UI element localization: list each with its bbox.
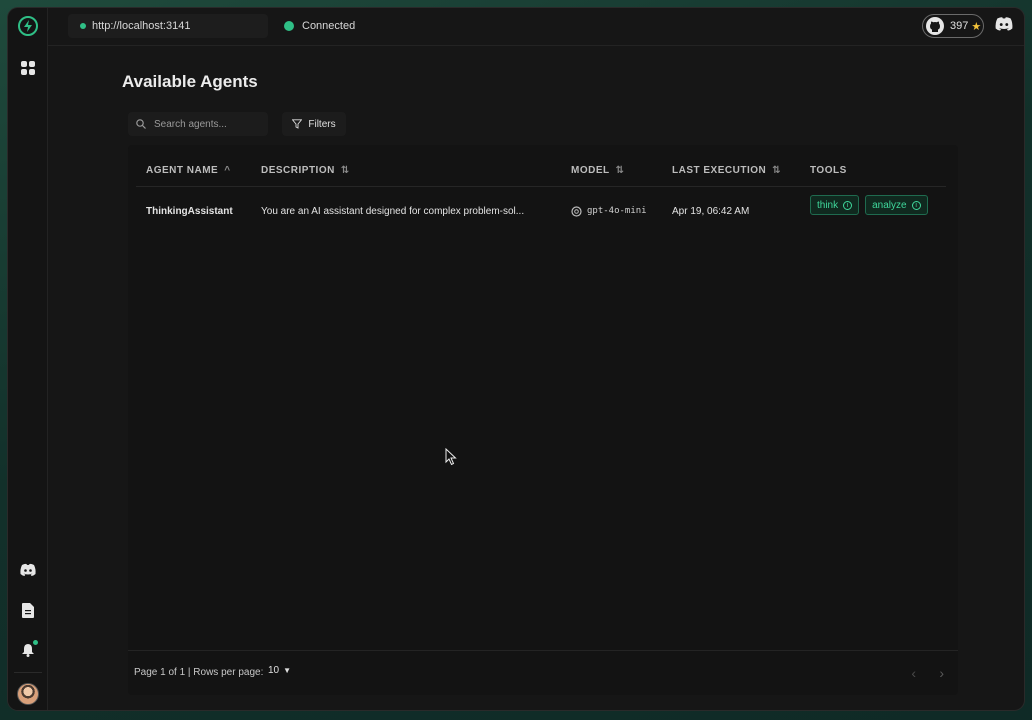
sidebar-item-agents[interactable] — [16, 56, 40, 80]
avatar — [17, 683, 39, 705]
tool-tag-analyze[interactable]: analyze i — [865, 195, 928, 215]
agents-table: AGENT NAME ^ DESCRIPTION ⇅ MODEL ⇅ LAST … — [128, 145, 958, 695]
column-model[interactable]: MODEL ⇅ — [571, 153, 625, 187]
info-icon: i — [911, 200, 921, 210]
next-page-button[interactable]: › — [939, 665, 944, 681]
search-box[interactable] — [128, 112, 268, 136]
filters-button[interactable]: Filters — [282, 112, 346, 136]
sort-asc-icon: ^ — [224, 164, 231, 176]
description-cell: You are an AI assistant designed for com… — [261, 205, 525, 217]
rows-per-page-value: 10 — [268, 665, 280, 676]
tool-label: analyze — [872, 199, 907, 211]
logo-icon — [18, 16, 38, 36]
server-status-dot — [80, 23, 86, 29]
star-icon: ★ — [971, 20, 982, 33]
table-row[interactable]: ThinkingAssistant You are an AI assistan… — [136, 191, 946, 231]
column-label: LAST EXECUTION — [672, 164, 767, 176]
agents-grid-icon — [21, 61, 35, 75]
connection-dot — [284, 21, 294, 31]
notification-dot — [33, 640, 38, 645]
tool-label: think — [817, 199, 839, 211]
server-url-pill[interactable]: http://localhost:3141 — [68, 14, 268, 38]
column-label: DESCRIPTION — [261, 164, 335, 176]
app-window: http://localhost:3141 Connected 397 ★ Av… — [8, 8, 1024, 710]
sort-icon: ⇅ — [772, 164, 782, 176]
discord-top-button[interactable] — [994, 16, 1014, 36]
column-tools: TOOLS — [810, 153, 847, 187]
filter-icon — [292, 119, 303, 129]
github-icon — [926, 17, 944, 35]
discord-icon — [995, 17, 1013, 31]
rows-per-page-select[interactable]: 10 ▼ — [268, 665, 291, 676]
connection-status: Connected — [284, 14, 355, 38]
info-icon: i — [843, 200, 853, 210]
model-name: gpt-4o-mini — [587, 206, 647, 216]
github-stars-button[interactable]: 397 ★ — [922, 14, 984, 38]
column-description[interactable]: DESCRIPTION ⇅ — [261, 153, 350, 187]
prev-page-button[interactable]: ‹ — [911, 665, 916, 681]
search-icon — [136, 119, 146, 129]
tools-cell: think i analyze i — [810, 185, 934, 225]
discord-icon — [20, 563, 36, 576]
sidebar-divider — [14, 672, 42, 673]
agent-name-cell: ThinkingAssistant — [146, 205, 233, 217]
model-cell: gpt-4o-mini — [571, 191, 647, 231]
tool-tag-think[interactable]: think i — [810, 195, 860, 215]
column-label: MODEL — [571, 164, 610, 176]
sidebar-discord-button[interactable] — [16, 558, 40, 582]
server-url: http://localhost:3141 — [92, 20, 191, 32]
logo-button[interactable] — [16, 14, 40, 38]
user-avatar-button[interactable] — [16, 682, 40, 706]
sort-icon: ⇅ — [615, 164, 625, 176]
table-header: AGENT NAME ^ DESCRIPTION ⇅ MODEL ⇅ LAST … — [136, 153, 946, 187]
page-info: Page 1 of 1 | Rows per page: — [134, 667, 264, 678]
column-label: TOOLS — [810, 164, 847, 176]
docs-icon — [22, 602, 34, 618]
bell-icon — [22, 643, 34, 657]
openai-icon — [571, 205, 582, 217]
sidebar — [8, 8, 48, 710]
chevron-down-icon: ▼ — [283, 666, 292, 675]
sidebar-docs-button[interactable] — [16, 598, 40, 622]
top-bar: http://localhost:3141 Connected 397 ★ — [48, 8, 1024, 46]
page-title: Available Agents — [122, 72, 258, 91]
column-label: AGENT NAME — [146, 164, 219, 176]
sort-icon: ⇅ — [340, 164, 350, 176]
column-agent-name[interactable]: AGENT NAME ^ — [146, 153, 231, 187]
connection-label: Connected — [302, 20, 356, 32]
sidebar-notifications-button[interactable] — [16, 638, 40, 662]
mouse-cursor-icon — [445, 448, 457, 466]
column-last-execution[interactable]: LAST EXECUTION ⇅ — [672, 153, 781, 187]
github-star-count: 397 — [950, 20, 969, 32]
filters-label: Filters — [308, 118, 336, 130]
search-input[interactable] — [154, 118, 264, 130]
last-execution-cell: Apr 19, 06:42 AM — [672, 205, 750, 217]
table-footer: Page 1 of 1 | Rows per page: 10 ▼ ‹ › — [128, 650, 958, 694]
